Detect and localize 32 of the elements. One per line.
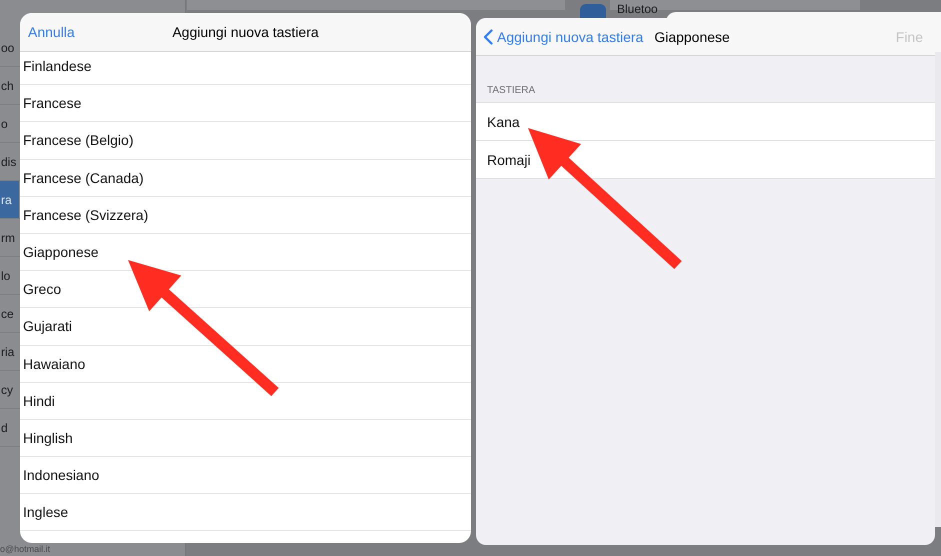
sidebar-item[interactable]: dis — [0, 143, 19, 180]
sidebar-item[interactable]: oo — [0, 29, 19, 66]
language-item[interactable]: Hawaiano — [20, 346, 471, 383]
sheet-title: Aggiungi nuova tastiera — [172, 24, 319, 40]
sidebar-item[interactable]: rm — [0, 219, 19, 256]
sidebar-item[interactable]: d — [0, 409, 19, 446]
sidebar-item[interactable]: o — [0, 105, 19, 142]
language-item[interactable]: Indonesiano — [20, 457, 471, 494]
settings-item[interactable]: Bluetoo — [617, 2, 658, 16]
back-button[interactable]: Aggiungi nuova tastiera — [483, 28, 644, 44]
sidebar-item[interactable]: ra — [0, 181, 19, 218]
keyboard-item[interactable]: Kana — [476, 103, 935, 141]
language-item[interactable]: Francese — [20, 85, 471, 122]
sidebar-item[interactable]: ch — [0, 67, 19, 104]
language-item[interactable]: Hindi — [20, 382, 471, 420]
sheet-title: Giapponese — [654, 28, 731, 44]
language-item[interactable]: Inglese — [20, 494, 471, 532]
language-item[interactable]: Hinglish — [20, 420, 471, 458]
sidebar-item[interactable]: ce — [0, 295, 19, 332]
language-item[interactable]: Gujarati — [20, 308, 471, 346]
cancel-button[interactable]: Annulla — [20, 24, 75, 40]
keyboard-item[interactable]: Romaji — [476, 141, 935, 179]
language-item[interactable]: Francese (Svizzera) — [20, 196, 471, 234]
language-item[interactable]: Francese (Belgio) — [20, 122, 471, 160]
sidebar-item[interactable]: ria — [0, 333, 19, 370]
sidebar-item[interactable]: cy — [0, 371, 19, 408]
section-header: TASTIERA — [486, 84, 536, 98]
chevron-left-icon — [483, 28, 493, 44]
language-item[interactable]: Finlandese — [20, 52, 471, 86]
account-email: o@hotmail.it — [0, 544, 50, 554]
language-item[interactable]: Francese (Canada) — [20, 160, 471, 197]
sidebar-item[interactable]: lo — [0, 257, 19, 294]
